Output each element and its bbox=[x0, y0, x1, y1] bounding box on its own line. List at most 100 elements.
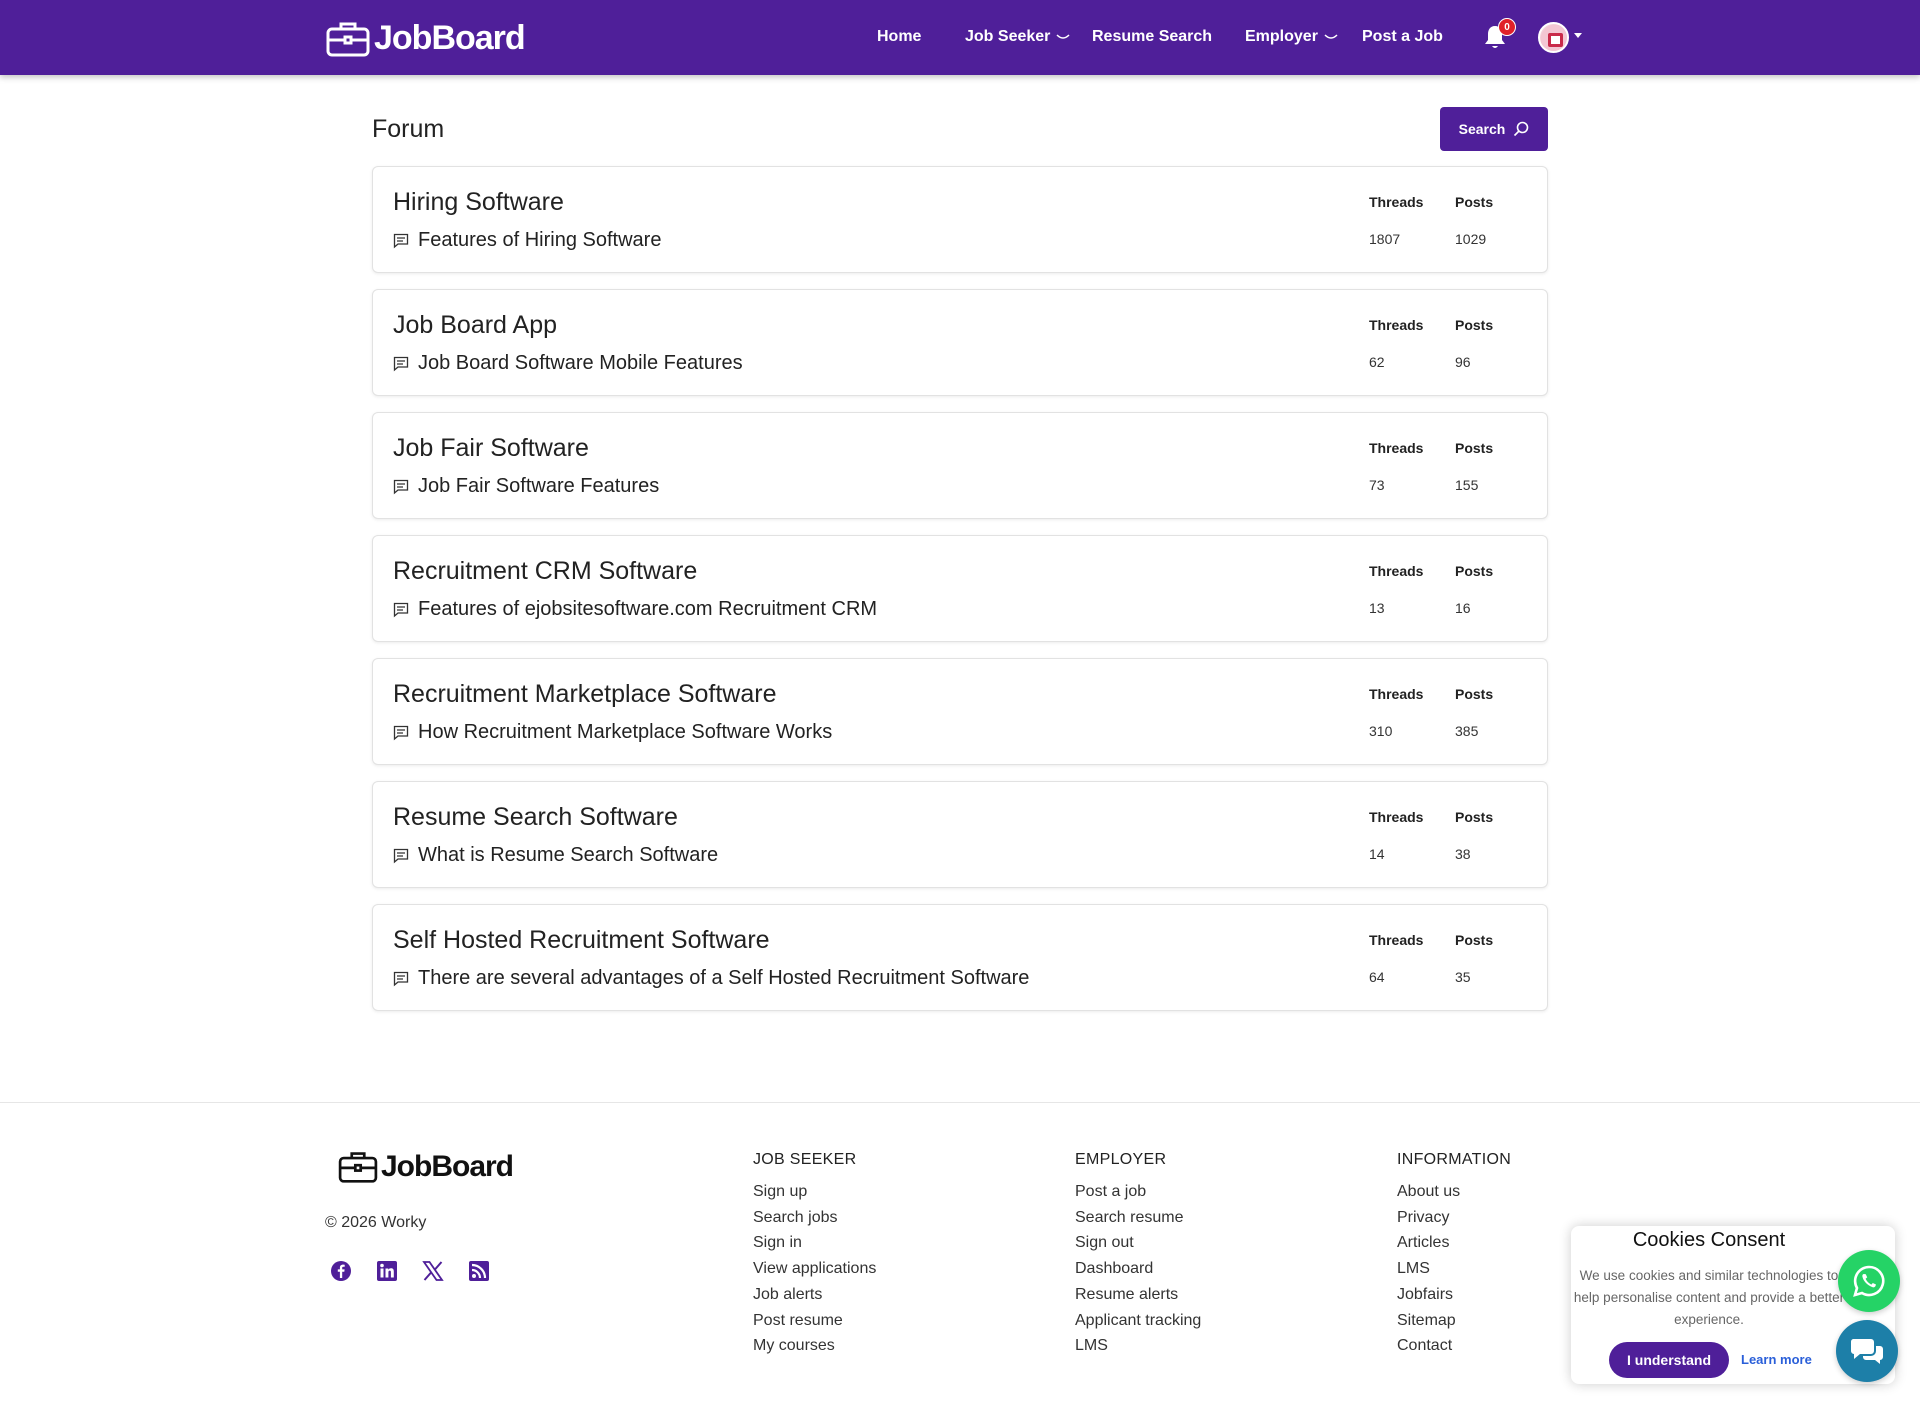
threads-header: Threads bbox=[1369, 686, 1424, 702]
forum-topic-link[interactable]: Job Fair Software Features bbox=[393, 475, 659, 498]
x-icon[interactable] bbox=[422, 1260, 444, 1282]
footer-link[interactable]: Jobfairs bbox=[1397, 1282, 1511, 1308]
forum-title[interactable]: Recruitment Marketplace Software bbox=[393, 680, 776, 709]
footer-link[interactable]: Search resume bbox=[1075, 1205, 1201, 1231]
facebook-icon[interactable] bbox=[330, 1260, 352, 1282]
nav-job-seeker-label: Job Seeker bbox=[965, 28, 1051, 45]
footer-link[interactable]: Search jobs bbox=[753, 1205, 876, 1231]
forum-topic-label: Features of ejobsitesoftware.com Recruit… bbox=[418, 598, 878, 620]
threads-header: Threads bbox=[1369, 194, 1424, 210]
footer-brand-name: JobBoard bbox=[381, 1150, 514, 1183]
posts-header: Posts bbox=[1455, 563, 1494, 579]
nav-resume-search[interactable]: Resume Search bbox=[1092, 28, 1212, 46]
forum-title[interactable]: Resume Search Software bbox=[393, 803, 678, 832]
cookie-accept-button[interactable]: I understand bbox=[1609, 1342, 1729, 1378]
footer-heading-information: INFORMATION bbox=[1397, 1151, 1512, 1168]
footer-link[interactable]: Applicant tracking bbox=[1075, 1308, 1201, 1334]
posts-header: Posts bbox=[1455, 194, 1494, 210]
posts-count: 155 bbox=[1455, 477, 1479, 493]
footer-link[interactable]: Contact bbox=[1397, 1333, 1511, 1359]
threads-header: Threads bbox=[1369, 563, 1424, 579]
footer-link[interactable]: LMS bbox=[1397, 1256, 1511, 1282]
footer-link[interactable]: My courses bbox=[753, 1333, 876, 1359]
forum-card: Self Hosted Recruitment Software There a… bbox=[372, 904, 1548, 1011]
footer-link[interactable]: Sign in bbox=[753, 1230, 876, 1256]
footer-link[interactable]: Sign up bbox=[753, 1179, 876, 1205]
nav-resume-search-label: Resume Search bbox=[1092, 28, 1213, 45]
footer-heading-employer: EMPLOYER bbox=[1075, 1151, 1167, 1168]
chat-button[interactable] bbox=[1836, 1320, 1898, 1382]
nav-home[interactable]: Home bbox=[877, 28, 921, 46]
footer-link[interactable]: Resume alerts bbox=[1075, 1282, 1201, 1308]
posts-count: 35 bbox=[1455, 969, 1471, 985]
footer-links-information: About us Privacy Articles LMS Jobfairs Sitema… bbox=[1397, 1179, 1511, 1359]
forum-title[interactable]: Hiring Software bbox=[393, 188, 564, 217]
footer-divider bbox=[0, 1102, 1920, 1103]
threads-header: Threads bbox=[1369, 440, 1424, 456]
footer-link[interactable]: Articles bbox=[1397, 1230, 1511, 1256]
footer-link[interactable]: Dashboard bbox=[1075, 1256, 1201, 1282]
threads-count: 13 bbox=[1369, 600, 1385, 616]
posts-header: Posts bbox=[1455, 440, 1494, 456]
posts-header: Posts bbox=[1455, 317, 1494, 333]
nav-home-label: Home bbox=[877, 28, 922, 45]
forum-list: Hiring Software Features of Hiring Softw… bbox=[372, 166, 1548, 1027]
notification-badge: 0 bbox=[1498, 18, 1516, 36]
footer-col-information: INFORMATION About us Privacy Articles LMS Jo… bbox=[1397, 1151, 1511, 1359]
message-icon bbox=[393, 848, 409, 863]
cookie-learn-more-link[interactable]: Learn more bbox=[1741, 1352, 1812, 1367]
linkedin-icon[interactable] bbox=[376, 1260, 398, 1282]
nav-employer-label: Employer bbox=[1245, 28, 1318, 45]
footer-link[interactable]: Post resume bbox=[753, 1308, 876, 1334]
footer-logo[interactable]: JobBoard bbox=[338, 1150, 514, 1184]
posts-count: 385 bbox=[1455, 723, 1479, 739]
message-icon bbox=[393, 602, 409, 617]
footer-link[interactable]: LMS bbox=[1075, 1333, 1201, 1359]
forum-title[interactable]: Job Board App bbox=[393, 311, 557, 340]
whatsapp-icon bbox=[1853, 1265, 1885, 1297]
forum-topic-link[interactable]: Features of Hiring Software bbox=[393, 229, 661, 252]
forum-title[interactable]: Self Hosted Recruitment Software bbox=[393, 926, 770, 955]
social-links bbox=[330, 1260, 490, 1282]
threads-count: 310 bbox=[1369, 723, 1393, 739]
forum-topic-link[interactable]: How Recruitment Marketplace Software Wor… bbox=[393, 721, 832, 744]
threads-header: Threads bbox=[1369, 932, 1424, 948]
forum-topic-link[interactable]: Job Board Software Mobile Features bbox=[393, 352, 743, 375]
nav-post-job[interactable]: Post a Job bbox=[1362, 28, 1443, 46]
briefcase-icon bbox=[338, 1152, 378, 1183]
nav-post-job-label: Post a Job bbox=[1362, 28, 1443, 45]
avatar-caret-icon[interactable] bbox=[1574, 33, 1582, 38]
footer-link[interactable]: Privacy bbox=[1397, 1205, 1511, 1231]
message-icon bbox=[393, 479, 409, 494]
posts-header: Posts bbox=[1455, 932, 1494, 948]
forum-title[interactable]: Job Fair Software bbox=[393, 434, 589, 463]
footer-col-job-seeker: JOB SEEKER Sign up Search jobs Sign in View… bbox=[753, 1151, 876, 1359]
nav-job-seeker[interactable]: Job Seeker bbox=[965, 28, 1070, 46]
chat-icon bbox=[1850, 1339, 1883, 1364]
main-nav: Home Job Seeker Resume Search Employer P… bbox=[0, 0, 1920, 75]
whatsapp-button[interactable] bbox=[1838, 1250, 1900, 1312]
message-icon bbox=[393, 233, 409, 248]
footer-links-employer: Post a job Search resume Sign out Dashboard… bbox=[1075, 1179, 1201, 1359]
footer-link[interactable]: Sign out bbox=[1075, 1230, 1201, 1256]
forum-topic-label: Features of Hiring Software bbox=[418, 229, 662, 251]
forum-card: Hiring Software Features of Hiring Softw… bbox=[372, 166, 1548, 273]
footer-link[interactable]: About us bbox=[1397, 1179, 1511, 1205]
avatar[interactable] bbox=[1538, 22, 1569, 53]
forum-title[interactable]: Recruitment CRM Software bbox=[393, 557, 697, 586]
forum-topic-link[interactable]: There are several advantages of a Self H… bbox=[393, 967, 1029, 990]
forum-topic-link[interactable]: What is Resume Search Software bbox=[393, 844, 718, 867]
forum-topic-link[interactable]: Features of ejobsitesoftware.com Recruit… bbox=[393, 598, 877, 621]
cookie-title: Cookies Consent bbox=[1632, 1229, 1786, 1251]
footer-link[interactable]: Job alerts bbox=[753, 1282, 876, 1308]
footer-link[interactable]: View applications bbox=[753, 1256, 876, 1282]
footer-link[interactable]: Post a job bbox=[1075, 1179, 1201, 1205]
threads-header: Threads bbox=[1369, 317, 1424, 333]
message-icon bbox=[393, 356, 409, 371]
footer-link[interactable]: Sitemap bbox=[1397, 1308, 1511, 1334]
rss-icon[interactable] bbox=[468, 1260, 490, 1282]
footer-col-employer: EMPLOYER Post a job Search resume Sign out… bbox=[1075, 1151, 1201, 1359]
threads-header: Threads bbox=[1369, 809, 1424, 825]
search-button[interactable]: Search bbox=[1440, 107, 1548, 151]
nav-employer[interactable]: Employer bbox=[1245, 28, 1338, 46]
